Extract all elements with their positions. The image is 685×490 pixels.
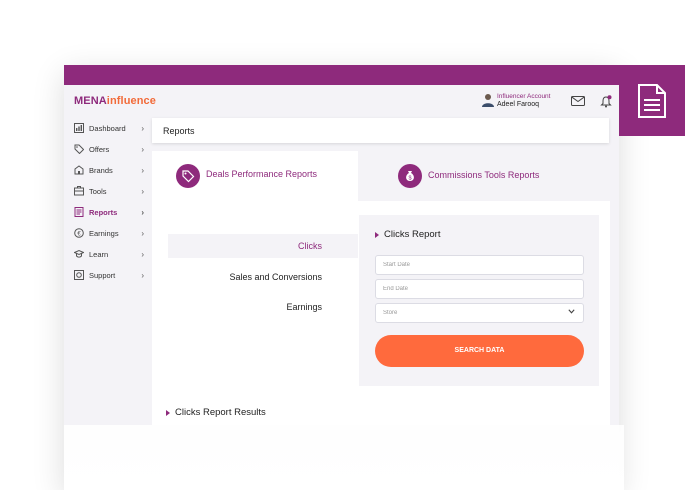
form-title-text: Clicks Report xyxy=(384,229,441,240)
sidebar-item-label: Dashboard xyxy=(89,123,126,133)
sidebar-item-learn[interactable]: Learn › xyxy=(74,247,144,261)
svg-text:$: $ xyxy=(408,176,411,182)
tab-commissions-tools[interactable]: $ Commissions Tools Reports xyxy=(358,151,610,201)
tag-icon xyxy=(176,164,200,188)
sidebar-item-label: Tools xyxy=(89,186,107,196)
form-title: Clicks Report xyxy=(375,229,441,240)
user-name[interactable]: Adeel Farooq xyxy=(497,101,539,108)
logo-part-influence: influence xyxy=(106,95,156,107)
account-type: Influencer Account xyxy=(497,93,551,100)
tab-deals-performance[interactable]: Deals Performance Reports xyxy=(152,151,358,201)
chevron-right-icon: › xyxy=(141,165,144,175)
breadcrumb: Reports xyxy=(152,118,609,143)
sidebar-item-label: Reports xyxy=(89,207,118,217)
tab-label: Deals Performance Reports xyxy=(206,169,318,179)
tools-icon xyxy=(74,186,84,196)
results-title-text: Clicks Report Results xyxy=(175,407,266,418)
chevron-right-icon: › xyxy=(141,186,144,196)
avatar-icon[interactable] xyxy=(482,93,494,107)
sidebar-item-label: Brands xyxy=(89,165,113,175)
sidebar-item-label: Earnings xyxy=(89,228,119,238)
support-icon xyxy=(74,270,84,280)
subnav-earnings[interactable]: Earnings xyxy=(168,295,322,319)
logo-part-mena: MENA xyxy=(74,95,107,107)
chevron-down-icon[interactable] xyxy=(568,309,575,314)
header: MENAinfluence Influencer Account Adeel F… xyxy=(64,85,619,116)
sidebar-item-reports[interactable]: Reports › xyxy=(74,205,144,219)
chevron-right-icon: › xyxy=(141,144,144,154)
stage: MENAinfluence Influencer Account Adeel F… xyxy=(0,0,685,490)
page-title: Reports xyxy=(163,126,195,136)
sidebar-item-earnings[interactable]: € Earnings › xyxy=(74,226,144,240)
sidebar-item-support[interactable]: Support › xyxy=(74,268,144,282)
chevron-right-icon: › xyxy=(141,270,144,280)
dashboard-icon xyxy=(74,123,84,133)
sidebar-item-brands[interactable]: Brands › xyxy=(74,163,144,177)
sidebar-item-label: Learn xyxy=(89,249,109,259)
search-data-button[interactable]: SEARCH DATA xyxy=(375,335,584,367)
sidebar-item-offers[interactable]: Offers › xyxy=(74,142,144,156)
chevron-right-icon: › xyxy=(141,228,144,238)
logo[interactable]: MENAinfluence xyxy=(74,95,156,107)
sidebar-item-tools[interactable]: Tools › xyxy=(74,184,144,198)
start-date-field[interactable] xyxy=(375,255,584,275)
chevron-right-icon: › xyxy=(141,249,144,259)
subnav-sales-conversions[interactable]: Sales and Conversions xyxy=(168,265,322,289)
document-icon xyxy=(638,83,666,118)
caret-right-icon xyxy=(166,409,170,416)
report-icon xyxy=(74,207,84,217)
sidebar-item-dashboard[interactable]: Dashboard › xyxy=(74,121,144,135)
money-bag-icon: $ xyxy=(398,164,422,188)
earnings-icon: € xyxy=(74,228,84,238)
sidebar-item-label: Support xyxy=(89,270,116,280)
top-band xyxy=(64,65,619,85)
caret-right-icon xyxy=(375,231,379,238)
document-badge xyxy=(619,65,685,136)
tag-icon xyxy=(74,144,84,154)
bottom-fade xyxy=(64,425,624,490)
subnav-clicks[interactable]: Clicks xyxy=(168,234,358,258)
chevron-right-icon: › xyxy=(141,123,144,133)
reports-panel: Deals Performance Reports $ Commissions … xyxy=(152,151,610,425)
brands-icon xyxy=(74,165,84,175)
mail-icon[interactable] xyxy=(571,96,585,106)
store-select[interactable] xyxy=(375,303,584,323)
learn-icon xyxy=(74,249,84,259)
bell-icon[interactable] xyxy=(600,95,612,108)
chevron-right-icon: › xyxy=(141,207,144,217)
results-title: Clicks Report Results xyxy=(166,407,266,418)
end-date-field[interactable] xyxy=(375,279,584,299)
sidebar-item-label: Offers xyxy=(89,144,110,154)
tab-label: Commissions Tools Reports xyxy=(428,170,540,180)
clicks-report-form: Clicks Report SEARCH DATA xyxy=(359,215,599,386)
